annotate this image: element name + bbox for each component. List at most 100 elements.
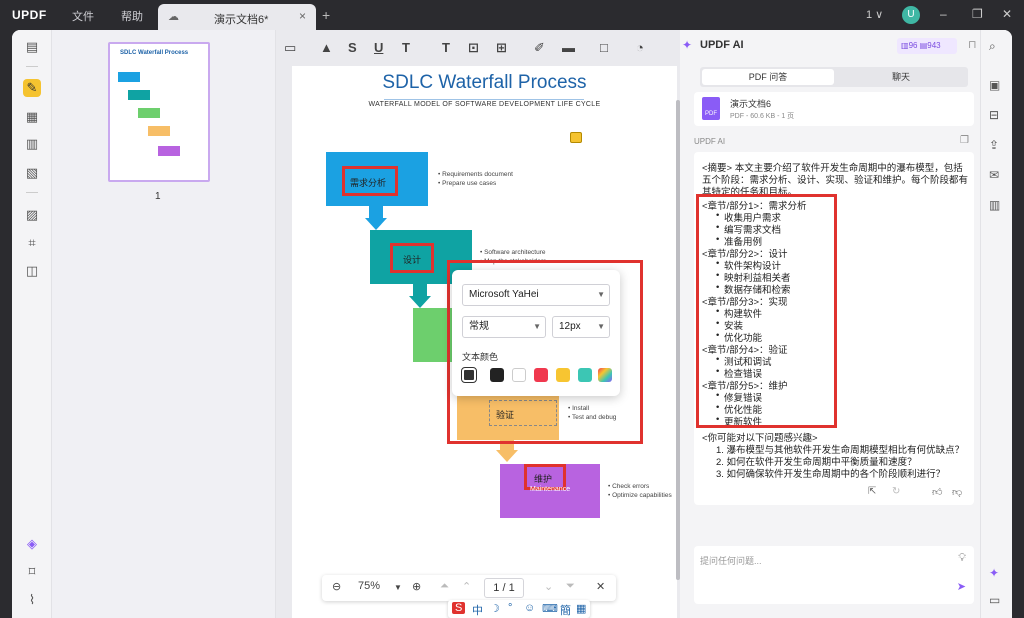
- email-icon[interactable]: ✉: [989, 168, 999, 182]
- tab-pdf-qa[interactable]: PDF 问答: [702, 69, 834, 85]
- maximize-icon[interactable]: ❐: [972, 7, 983, 21]
- file-name: 演示文档6: [730, 99, 772, 109]
- squiggly-icon[interactable]: T: [402, 40, 410, 55]
- close-window-icon[interactable]: ✕: [1002, 7, 1012, 21]
- zoom-in-icon[interactable]: ⊕: [412, 580, 421, 593]
- form-icon[interactable]: ▥: [23, 135, 41, 153]
- close-tab-icon[interactable]: ×: [299, 9, 306, 23]
- chat-icon[interactable]: ▭: [989, 593, 1000, 607]
- page-number-input[interactable]: 1 / 1: [484, 578, 524, 598]
- page-count-dropdown[interactable]: 1 ∨: [866, 8, 883, 21]
- avatar[interactable]: U: [902, 6, 920, 24]
- ime-menu-icon[interactable]: ▦: [576, 602, 586, 615]
- color-swatch-red[interactable]: [534, 368, 548, 382]
- ime-emoji-icon[interactable]: ☺: [524, 602, 535, 614]
- ai-assistant-icon[interactable]: ✦: [989, 566, 999, 580]
- pencil-icon[interactable]: ✐: [534, 40, 545, 56]
- step-label: 需求分析: [350, 178, 387, 188]
- color-swatch-yellow[interactable]: [556, 368, 570, 382]
- ocr-icon[interactable]: ▣: [989, 78, 1000, 92]
- menu-help[interactable]: 帮助: [121, 8, 143, 24]
- copy-icon[interactable]: ❐: [960, 135, 969, 146]
- arrow-connector: [409, 296, 431, 308]
- color-swatch-white[interactable]: [512, 368, 526, 382]
- text-callout-icon[interactable]: ⊞: [496, 40, 507, 56]
- thumbs-down-icon[interactable]: 👎︎: [952, 486, 962, 498]
- edit-pdf-icon[interactable]: ▦: [23, 108, 41, 126]
- ai-credits-badge[interactable]: ▥96 ▤943: [897, 38, 957, 54]
- close-nav-icon[interactable]: ✕: [596, 580, 605, 593]
- step-label: 设计: [403, 255, 422, 265]
- first-page-icon[interactable]: ⏶: [440, 580, 449, 593]
- underline-icon[interactable]: U: [374, 40, 383, 55]
- divider: [26, 66, 38, 67]
- eraser-icon[interactable]: ▬: [562, 40, 575, 55]
- last-page-icon[interactable]: ⏷: [566, 580, 575, 593]
- color-swatch-teal[interactable]: [578, 368, 592, 382]
- page-navigation-bar: ⊖ 75% ▼ ⊕ ⏶ ⌃ 1 / 1 ⌄ ⏷ ✕: [322, 575, 616, 601]
- send-icon[interactable]: ➤: [957, 580, 966, 593]
- color-swatch-black[interactable]: [490, 368, 504, 382]
- crop-icon[interactable]: ⌗: [23, 234, 41, 252]
- thumb-step: [128, 90, 150, 100]
- save-icon[interactable]: ▥: [989, 198, 1000, 212]
- zoom-level[interactable]: 75%: [358, 580, 380, 592]
- ime-symbol-icon[interactable]: °: [508, 602, 512, 614]
- search-icon[interactable]: ⌕: [989, 39, 996, 54]
- thumbs-up-icon[interactable]: 👍︎: [932, 486, 942, 498]
- reader-icon[interactable]: ▤: [23, 38, 41, 56]
- zoom-out-icon[interactable]: ⊖: [332, 580, 341, 593]
- batch-icon[interactable]: ◫: [23, 262, 41, 280]
- page-thumbnail[interactable]: SDLC Waterfall Process: [108, 42, 210, 182]
- prev-page-icon[interactable]: ⌃: [462, 580, 471, 593]
- highlight-icon[interactable]: ▲: [320, 40, 333, 55]
- color-swatch-custom[interactable]: [598, 368, 612, 382]
- attachment-icon[interactable]: ⌇: [23, 591, 41, 609]
- thumbnail-page-number: 1: [155, 191, 161, 202]
- convert-icon[interactable]: ▧: [23, 164, 41, 182]
- document-title: SDLC Waterfall Process: [382, 72, 587, 93]
- zoom-dropdown-icon[interactable]: ▼: [394, 583, 402, 592]
- new-tab-button[interactable]: +: [322, 7, 330, 23]
- strikethrough-icon[interactable]: S: [348, 40, 357, 55]
- font-family-select[interactable]: Microsoft YaHei ▼: [462, 284, 610, 306]
- ask-input-box[interactable]: 提问任何问题... 💡︎ ➤: [694, 546, 974, 604]
- step-bullets: • Requirements document • Prepare use ca…: [438, 171, 513, 187]
- ime-mode[interactable]: 中: [472, 602, 483, 618]
- share-icon[interactable]: ⇪: [989, 138, 999, 152]
- sticker-icon[interactable]: ◔: [636, 40, 644, 55]
- shape-icon[interactable]: □: [600, 40, 608, 55]
- step-sublabel: Maintenance: [530, 486, 571, 493]
- highlight-box: [696, 194, 837, 428]
- lightbulb-icon[interactable]: 💡︎: [958, 552, 966, 565]
- font-size-select[interactable]: 12px ▼: [552, 316, 610, 338]
- bookmark-icon[interactable]: ⌑: [23, 563, 41, 581]
- document-tab[interactable]: ☁ 演示文档6* ×: [158, 4, 316, 30]
- sticky-note-icon[interactable]: [570, 132, 582, 143]
- step-label: 维护: [534, 474, 553, 484]
- color-swatch-dark[interactable]: [461, 367, 477, 383]
- export-icon[interactable]: ⇱: [868, 486, 876, 497]
- next-page-icon[interactable]: ⌄: [544, 580, 553, 593]
- comment-icon[interactable]: ▭: [284, 40, 296, 56]
- regenerate-icon[interactable]: ↻: [892, 486, 900, 497]
- ime-logo-icon[interactable]: S: [452, 602, 466, 614]
- ime-punct-icon[interactable]: ☽: [490, 602, 500, 615]
- tab-chat[interactable]: 聊天: [836, 69, 966, 85]
- ime-keyboard-icon[interactable]: ⌨: [542, 602, 558, 615]
- organize-pages-icon[interactable]: ▨: [23, 206, 41, 224]
- lock-icon[interactable]: ⊓: [968, 38, 977, 51]
- ime-simplified-icon[interactable]: 簡: [560, 602, 571, 618]
- font-style-select[interactable]: 常规 ▼: [462, 316, 546, 338]
- comment-tool-icon[interactable]: ✎: [23, 79, 41, 97]
- layers-icon[interactable]: ◈: [23, 535, 41, 553]
- protect-icon[interactable]: ⊟: [989, 108, 999, 122]
- menu-file[interactable]: 文件: [72, 8, 94, 24]
- question-item[interactable]: 3. 如何确保软件开发生命周期中的各个阶段顺利进行？: [716, 466, 945, 480]
- minimize-icon[interactable]: –: [940, 7, 947, 21]
- thumbnail-title: SDLC Waterfall Process: [120, 50, 189, 56]
- file-card[interactable]: PDF 演示文档6 PDF - 60.6 KB - 1 页: [694, 92, 974, 126]
- right-toolbar: ⌕ ▣ ⊟ ⇪ ✉ ▥ ✦ ▭: [980, 30, 1012, 618]
- textbox-icon[interactable]: ⊡: [468, 40, 479, 56]
- text-icon[interactable]: T: [442, 40, 450, 55]
